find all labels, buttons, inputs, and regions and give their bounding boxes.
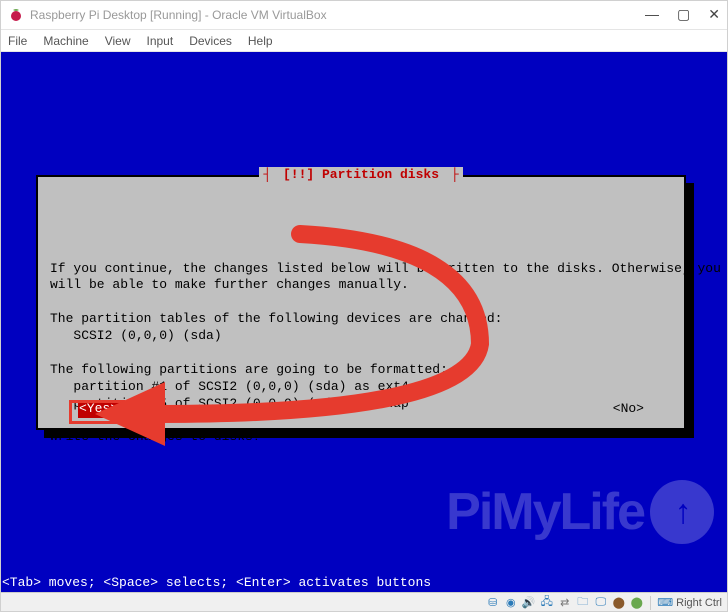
titlebar: Raspberry Pi Desktop [Running] - Oracle …: [0, 0, 728, 30]
watermark: PiMyLife ↑: [446, 480, 714, 544]
menu-input[interactable]: Input: [147, 34, 174, 48]
audio-icon[interactable]: 🔊: [521, 595, 536, 610]
status-bar: ⛁ ◉ 🔊 🖧 ⇄ 🗀 🖵 ⬤ ⬤ ⌨ Right Ctrl: [0, 592, 728, 612]
dialog-text: The following partitions are going to be…: [50, 362, 448, 377]
watermark-badge: ↑: [650, 480, 714, 544]
capture-icon[interactable]: ⬤: [629, 595, 644, 610]
dialog-text: If you continue, the changes listed belo…: [50, 261, 721, 276]
dialog-text: will be able to make further changes man…: [50, 277, 409, 292]
maximize-button[interactable]: ▢: [677, 6, 690, 23]
vm-screen[interactable]: ┤ [!!] Partition disks ├ If you continue…: [0, 52, 728, 592]
usb-icon[interactable]: ⇄: [557, 595, 572, 610]
menu-file[interactable]: File: [8, 34, 27, 48]
menu-devices[interactable]: Devices: [189, 34, 232, 48]
no-button[interactable]: <No>: [613, 401, 644, 418]
minimize-button[interactable]: —: [645, 6, 659, 23]
partition-dialog: ┤ [!!] Partition disks ├ If you continue…: [36, 175, 686, 430]
optical-icon[interactable]: ◉: [503, 595, 518, 610]
dialog-text: SCSI2 (0,0,0) (sda): [50, 328, 222, 343]
menu-machine[interactable]: Machine: [43, 34, 88, 48]
watermark-text: PiMyLife: [446, 482, 644, 542]
menubar: File Machine View Input Devices Help: [0, 30, 728, 52]
dialog-body: If you continue, the changes listed belo…: [50, 244, 672, 464]
close-button[interactable]: ✕: [708, 6, 720, 23]
window-buttons: — ▢ ✕: [645, 6, 720, 23]
network-icon[interactable]: 🖧: [539, 595, 554, 610]
host-key-indicator[interactable]: ⌨ Right Ctrl: [657, 596, 722, 609]
yes-no-row: <Yes> <No>: [78, 401, 644, 418]
hdd-icon[interactable]: ⛁: [485, 595, 500, 610]
menu-help[interactable]: Help: [248, 34, 273, 48]
yes-button[interactable]: <Yes>: [78, 401, 119, 418]
display-icon[interactable]: 🖵: [593, 595, 608, 610]
dialog-text: Write the changes to disks?: [50, 429, 261, 444]
raspberry-icon: [8, 7, 24, 23]
window-title: Raspberry Pi Desktop [Running] - Oracle …: [30, 8, 645, 22]
menu-view[interactable]: View: [105, 34, 131, 48]
dialog-text: partition #1 of SCSI2 (0,0,0) (sda) as e…: [50, 379, 409, 394]
hostkey-label: Right Ctrl: [676, 597, 722, 609]
dialog-title: ┤ [!!] Partition disks ├: [38, 167, 684, 184]
dialog-text: The partition tables of the following de…: [50, 311, 502, 326]
hint-line: <Tab> moves; <Space> selects; <Enter> ac…: [2, 575, 431, 590]
shared-folder-icon[interactable]: 🗀: [575, 595, 590, 610]
separator: [650, 596, 651, 610]
keyboard-icon: ⌨: [657, 596, 673, 609]
recording-icon[interactable]: ⬤: [611, 595, 626, 610]
